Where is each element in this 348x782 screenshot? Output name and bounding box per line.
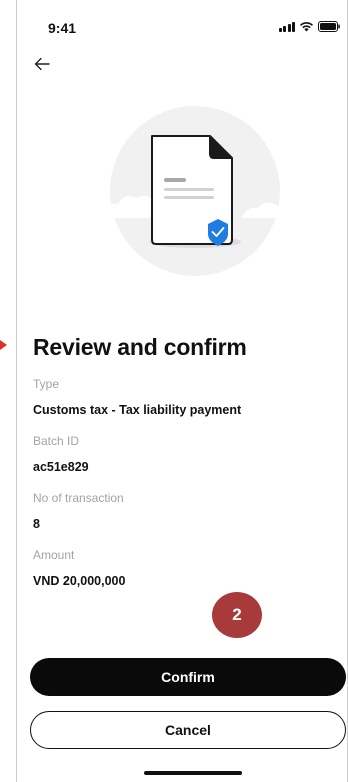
type-value: Customs tax - Tax liability payment	[33, 403, 242, 417]
batch-id-label: Batch ID	[33, 434, 80, 448]
signal-icon	[278, 21, 295, 32]
page-title: Review and confirm	[33, 334, 247, 360]
transaction-count-value: 8	[33, 517, 40, 531]
arrow-left-icon	[34, 57, 50, 71]
step-pointer-marker	[0, 340, 7, 350]
status-bar: 9:41	[16, 0, 348, 52]
amount-value: VND 20,000,000	[33, 574, 126, 588]
step-number-badge: 2	[212, 592, 262, 638]
batch-id-value: ac51e829	[33, 460, 89, 474]
confirm-button[interactable]: Confirm	[30, 658, 346, 696]
battery-icon	[318, 21, 340, 32]
back-button[interactable]	[30, 52, 54, 76]
document-verified-icon	[102, 106, 288, 276]
amount-label: Amount	[33, 548, 75, 562]
transaction-count-label: No of transaction	[33, 491, 124, 505]
wifi-icon	[300, 22, 313, 32]
status-time: 9:41	[48, 20, 77, 36]
status-icons	[278, 21, 341, 32]
home-indicator	[144, 771, 242, 775]
type-label: Type	[33, 377, 60, 391]
cancel-button[interactable]: Cancel	[30, 711, 346, 749]
